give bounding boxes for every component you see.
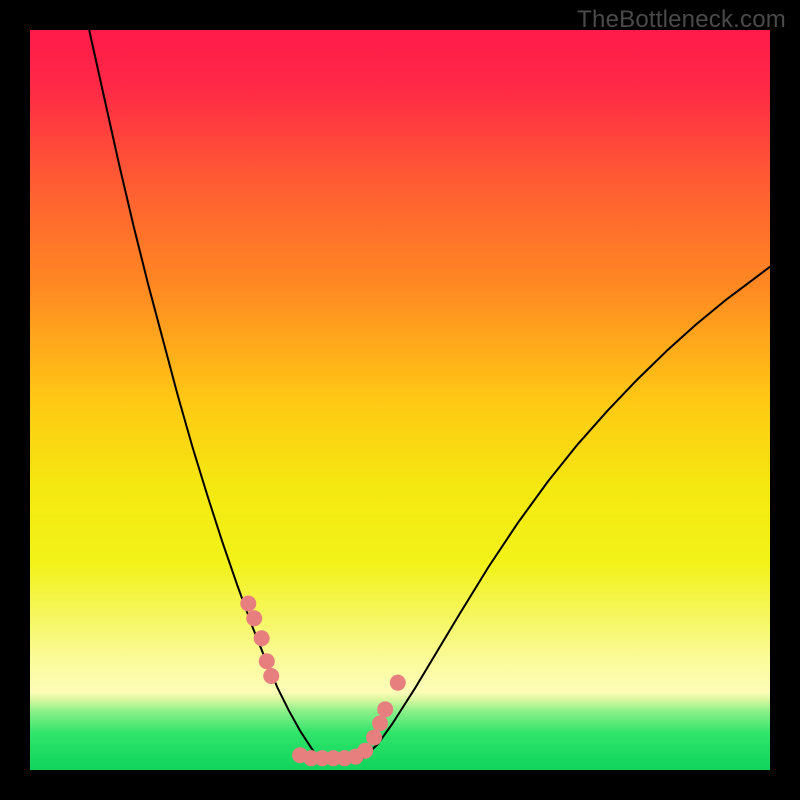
data-marker [390,675,406,691]
plot-area [30,30,770,770]
data-marker [366,729,382,745]
data-marker [254,630,270,646]
data-marker [246,610,262,626]
plot-background [30,30,770,770]
data-marker [377,701,393,717]
data-marker [259,653,275,669]
chart-frame: TheBottleneck.com [0,0,800,800]
data-marker [372,715,388,731]
chart-svg [30,30,770,770]
data-marker [263,668,279,684]
watermark-text: TheBottleneck.com [577,6,786,34]
data-marker [357,743,373,759]
data-marker [240,596,256,612]
